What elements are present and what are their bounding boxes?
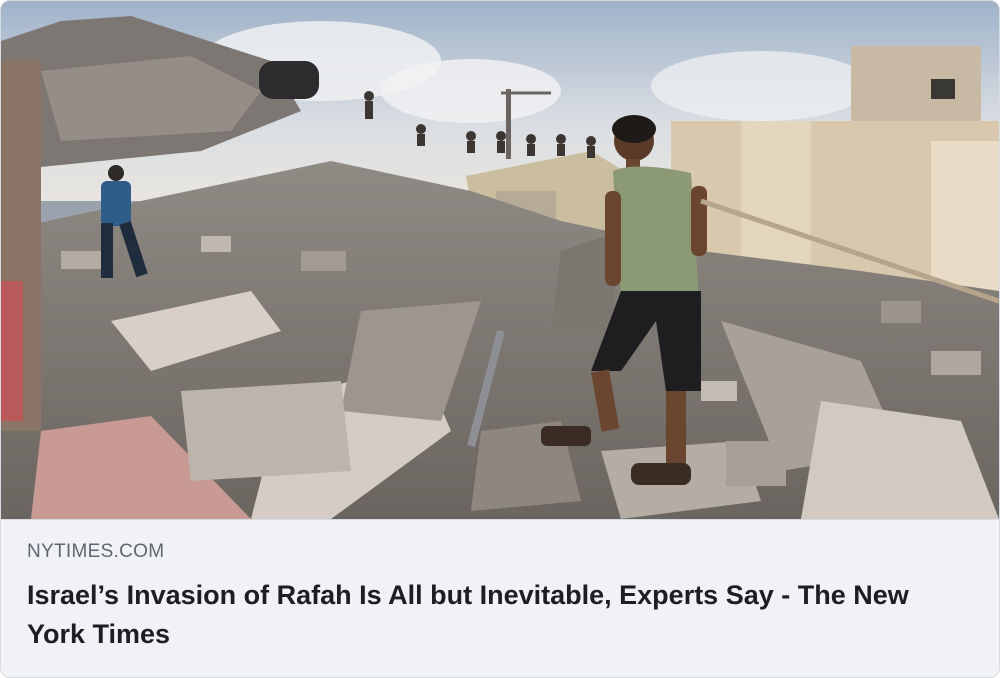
link-title[interactable]: Israel’s Invasion of Rafah Is All but In… [27,576,967,654]
rubble-photo [1,1,999,519]
preview-image[interactable] [1,1,999,519]
link-domain: NYTIMES.COM [27,541,165,562]
link-preview-card[interactable]: NYTIMES.COM Israel’s Invasion of Rafah I… [0,0,1000,678]
link-preview-meta[interactable]: NYTIMES.COM Israel’s Invasion of Rafah I… [1,520,999,677]
